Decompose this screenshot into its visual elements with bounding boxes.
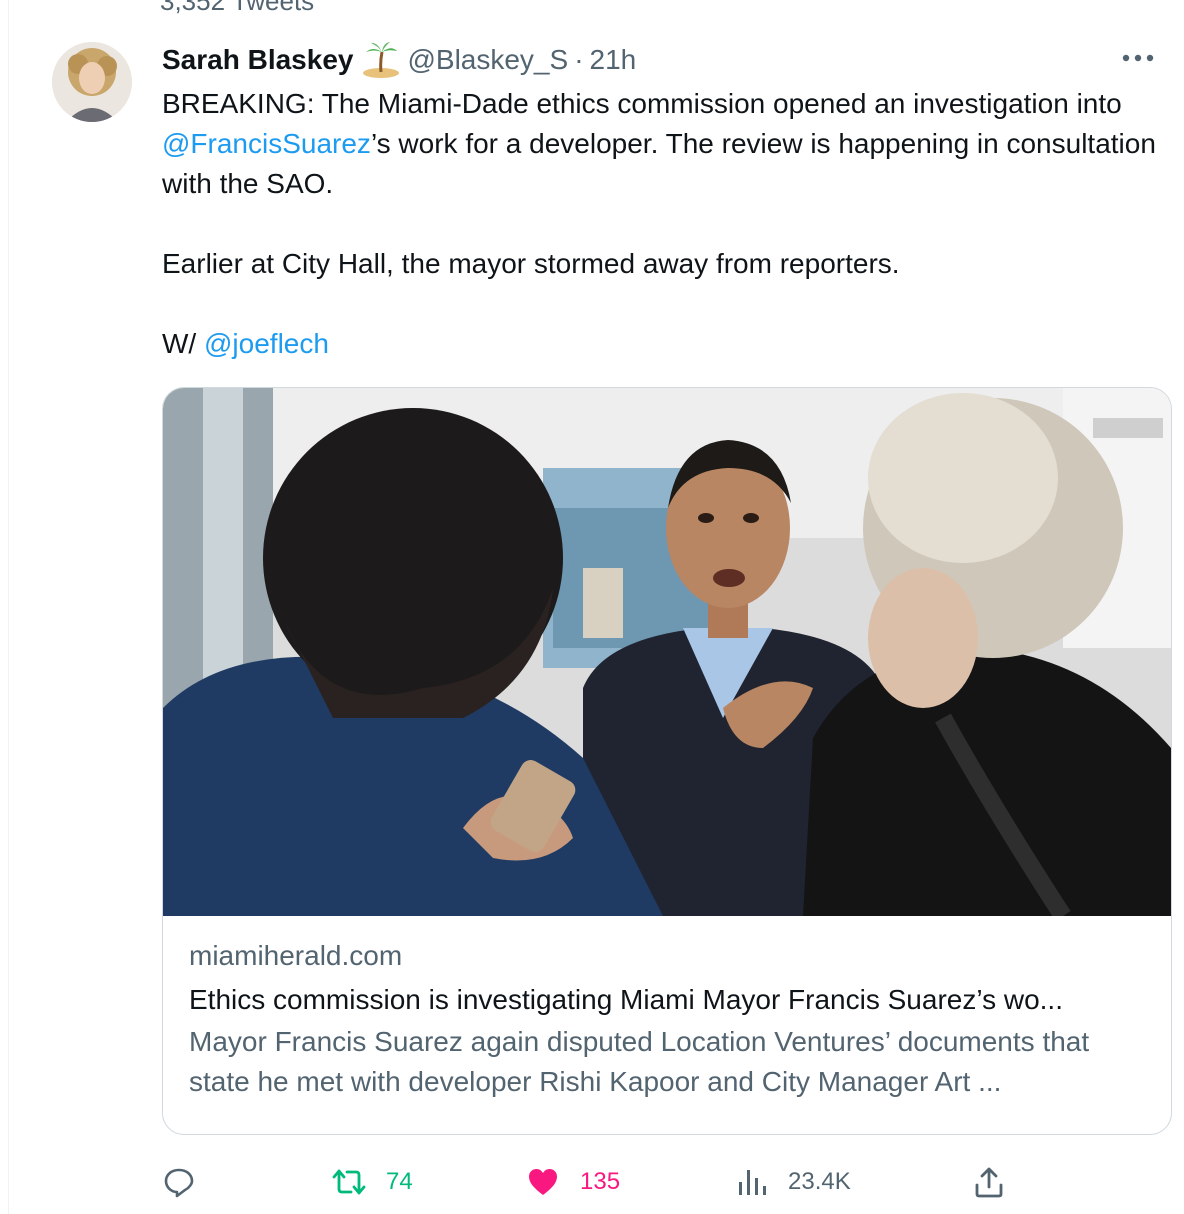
retweet-button[interactable]: 74 [332,1158,413,1206]
views-button[interactable]: 23.4K [734,1158,851,1206]
desert-island-icon [361,40,401,80]
tweet-paragraph-1: BREAKING: The Miami-Dade ethics commissi… [162,84,1162,204]
card-domain: miamiherald.com [189,940,403,971]
like-button[interactable]: 135 [526,1158,620,1206]
more-horizontal-icon[interactable] [1118,40,1158,76]
tweet-paragraph-3: W/ @joeflech [162,324,1162,364]
mention-link[interactable]: @FrancisSuarez [162,128,371,159]
reply-icon [164,1168,194,1198]
tweet-text-segment: BREAKING: The Miami-Dade ethics commissi… [162,88,1122,119]
retweet-count: 74 [386,1168,413,1195]
share-button[interactable] [972,1158,1006,1206]
tweet-text-segment: W/ [162,328,204,359]
like-count: 135 [580,1168,621,1195]
reply-button[interactable] [162,1158,216,1206]
views-icon [739,1170,766,1195]
retweet-icon [332,1169,366,1195]
tweet-header: Sarah Blaskey @Blaskey_S · 21h [162,38,636,82]
author-handle[interactable]: @Blaskey_S [407,44,568,76]
mention-link[interactable]: @joeflech [204,328,329,359]
card-headline[interactable]: Ethics commission is investigating Miami… [189,980,1149,1020]
header-separator: · [574,44,584,75]
views-count: 23.4K [788,1168,851,1195]
tweet-text: BREAKING: The Miami-Dade ethics commissi… [162,84,1162,364]
timeline-border [8,0,9,1214]
link-preview-card[interactable]: miamiherald.com Ethics commission is inv… [162,387,1172,1135]
tweet-timestamp[interactable]: 21h [590,44,637,76]
share-icon [975,1167,1003,1198]
avatar-image [52,42,132,122]
heart-icon [529,1169,557,1195]
card-meta: miamiherald.com Ethics commission is inv… [189,936,1149,1102]
tweet-actions: 74 135 23.4K [162,1158,1172,1206]
tweet-paragraph-2: Earlier at City Hall, the mayor stormed … [162,248,900,279]
article-photo [163,388,1171,916]
author-avatar[interactable] [52,42,132,122]
author-name[interactable]: Sarah Blaskey [162,44,353,76]
card-description: Mayor Francis Suarez again disputed Loca… [189,1026,1090,1097]
tweet-count-cut: 3,352 Tweets [160,0,315,16]
